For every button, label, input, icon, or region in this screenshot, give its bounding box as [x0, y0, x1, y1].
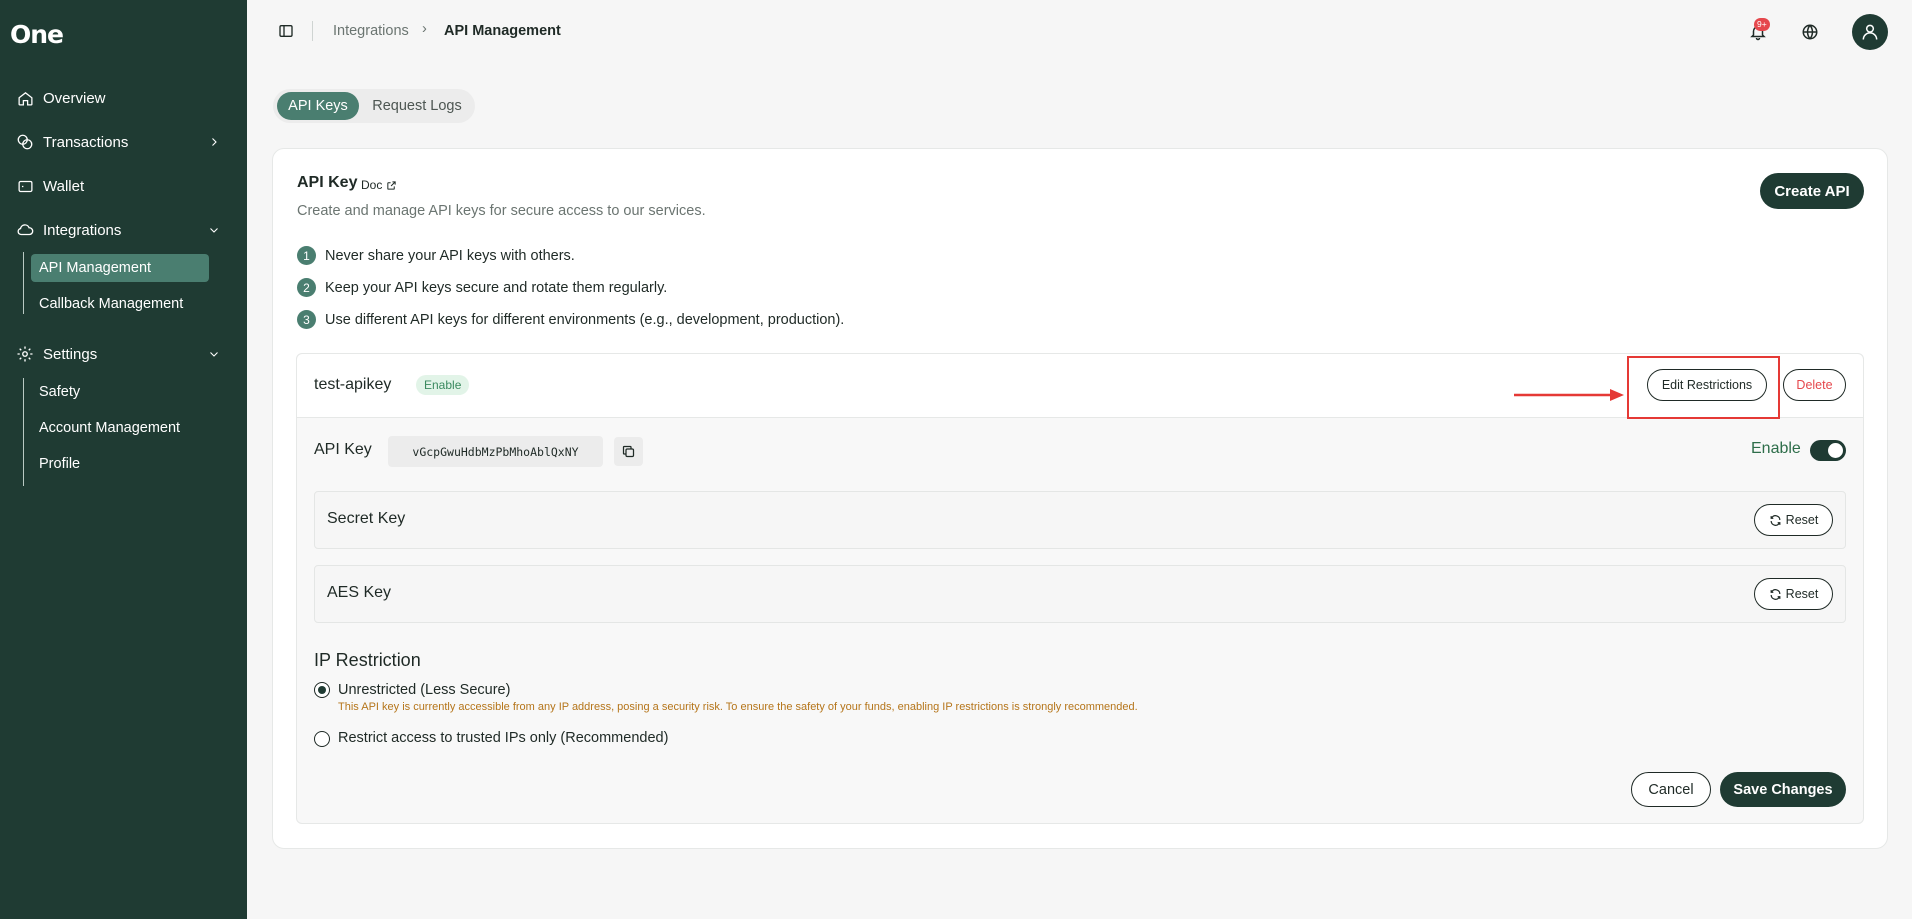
status-badge: Enable	[416, 375, 470, 395]
secret-key-label: Secret Key	[327, 510, 406, 527]
sidebar: One Overview Transactions Wallet Integra…	[0, 0, 247, 919]
sidebar-item-label: Integrations	[43, 221, 122, 239]
gear-icon	[16, 345, 34, 363]
sidebar-item-wallet[interactable]: Wallet	[0, 170, 247, 202]
api-key-label: API Key	[314, 441, 372, 458]
tip-item: 3 Use different API keys for different e…	[297, 310, 844, 329]
toggle-knob	[1828, 443, 1843, 458]
external-link-icon	[387, 180, 397, 190]
integrations-icon	[16, 221, 34, 239]
globe-icon[interactable]	[1798, 20, 1822, 44]
api-key-name: test-apikey	[314, 376, 392, 393]
sidebar-toggle-icon[interactable]	[278, 23, 294, 39]
chevron-down-icon	[206, 346, 222, 362]
aes-key-label: AES Key	[327, 584, 392, 601]
reset-secret-key-button[interactable]: Reset	[1754, 504, 1833, 536]
tip-item: 2 Keep your API keys secure and rotate t…	[297, 278, 667, 297]
sidebar-item-api-management[interactable]: API Management	[31, 254, 209, 282]
refresh-icon	[1770, 588, 1781, 600]
sidebar-item-integrations[interactable]: Integrations	[0, 214, 247, 246]
api-key-value: vGcpGwuHdbMzPbMhoAblQxNY	[388, 436, 603, 467]
breadcrumb-current: API Management	[444, 23, 561, 39]
tip-number: 3	[297, 310, 316, 329]
delete-button[interactable]: Delete	[1783, 369, 1846, 401]
sidebar-item-label: Transactions	[43, 133, 129, 151]
sidebar-item-transactions[interactable]: Transactions	[0, 126, 247, 158]
doc-link[interactable]: Doc	[361, 178, 397, 192]
security-warning-text: This API key is currently accessible fro…	[338, 701, 1138, 713]
submenu-line	[23, 252, 24, 314]
breadcrumb-integrations[interactable]: Integrations	[333, 23, 409, 39]
wallet-icon	[16, 177, 34, 195]
radio-restricted-label[interactable]: Restrict access to trusted IPs only (Rec…	[338, 730, 668, 746]
chevron-down-icon	[206, 222, 222, 238]
tip-number: 2	[297, 278, 316, 297]
sidebar-item-account-management[interactable]: Account Management	[31, 414, 209, 442]
tab-bar: API Keys Request Logs	[273, 89, 475, 123]
card-title: API Key	[297, 174, 358, 191]
radio-restricted[interactable]	[314, 731, 330, 747]
sidebar-item-safety[interactable]: Safety	[31, 378, 209, 406]
refresh-icon	[1770, 514, 1781, 526]
topbar-divider	[312, 21, 313, 41]
reset-aes-key-button[interactable]: Reset	[1754, 578, 1833, 610]
copy-icon	[622, 445, 635, 458]
doc-link-label: Doc	[361, 178, 383, 192]
sidebar-item-overview[interactable]: Overview	[0, 82, 247, 114]
tip-text: Use different API keys for different env…	[325, 311, 845, 328]
save-changes-button[interactable]: Save Changes	[1720, 772, 1846, 807]
enable-toggle[interactable]	[1810, 440, 1846, 461]
create-api-button[interactable]: Create API	[1760, 173, 1864, 209]
card-subtitle: Create and manage API keys for secure ac…	[297, 203, 706, 219]
aes-key-row	[314, 565, 1846, 623]
copy-button[interactable]	[614, 437, 643, 466]
notification-badge: 9+	[1754, 18, 1770, 31]
enable-label: Enable	[1751, 440, 1801, 457]
annotation-arrow-icon	[1514, 389, 1624, 401]
ip-restriction-title: IP Restriction	[314, 650, 421, 670]
submenu-line	[23, 378, 24, 486]
secret-key-row	[314, 491, 1846, 549]
tab-request-logs[interactable]: Request Logs	[363, 92, 471, 120]
annotation-highlight-box	[1627, 356, 1780, 419]
sidebar-item-profile[interactable]: Profile	[31, 450, 209, 478]
tab-api-keys[interactable]: API Keys	[277, 92, 359, 120]
sidebar-item-label: Overview	[43, 89, 106, 107]
sidebar-item-label: Wallet	[43, 177, 85, 195]
radio-unrestricted[interactable]	[314, 682, 330, 698]
tip-item: 1 Never share your API keys with others.	[297, 246, 575, 265]
home-icon	[16, 89, 34, 107]
user-icon	[1862, 24, 1878, 40]
tip-text: Keep your API keys secure and rotate the…	[325, 279, 668, 296]
reset-label: Reset	[1785, 587, 1819, 601]
cancel-button[interactable]: Cancel	[1631, 772, 1711, 807]
chevron-right-icon	[206, 134, 222, 150]
tip-text: Never share your API keys with others.	[325, 247, 575, 264]
sidebar-item-settings[interactable]: Settings	[0, 338, 247, 370]
breadcrumb-separator: ›	[422, 21, 427, 37]
avatar[interactable]	[1852, 14, 1888, 50]
tip-number: 1	[297, 246, 316, 265]
reset-label: Reset	[1785, 513, 1819, 527]
brand-logo[interactable]: One	[10, 20, 64, 49]
transactions-icon	[16, 133, 34, 151]
sidebar-item-callback-management[interactable]: Callback Management	[31, 290, 209, 318]
sidebar-item-label: Settings	[43, 345, 98, 363]
radio-unrestricted-label[interactable]: Unrestricted (Less Secure)	[338, 682, 510, 698]
